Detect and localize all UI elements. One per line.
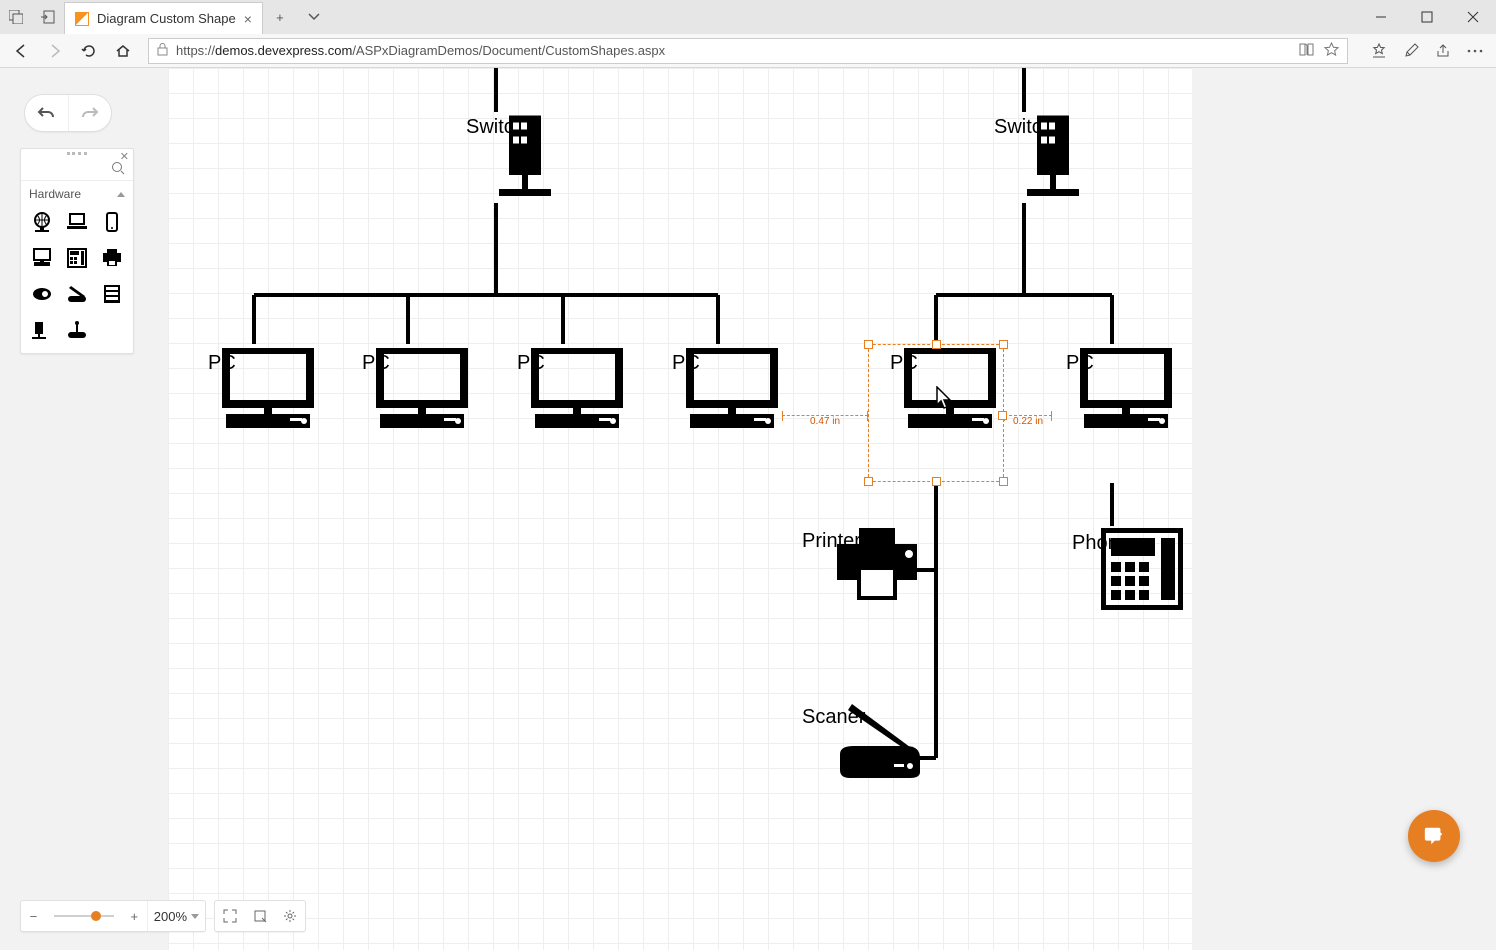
node-switch-2[interactable]: Switch [994,112,1053,139]
settings-more-icon[interactable] [1460,36,1490,66]
undo-redo-toolbar [24,94,112,132]
dimension-left: 0.47 in [782,415,868,427]
shape-group-label: Hardware [29,187,81,201]
shape-internet[interactable] [27,209,56,235]
zoom-toolbar: − + 200% [20,900,206,932]
dimension-handle [998,411,1007,420]
nav-back-button[interactable] [6,36,36,66]
tabs-dropdown-icon[interactable] [297,0,331,34]
share-icon[interactable] [1428,36,1458,66]
nav-forward-button[interactable] [40,36,70,66]
fullscreen-button[interactable] [215,901,245,931]
shape-server[interactable] [27,317,56,343]
favorites-list-icon[interactable] [1364,36,1394,66]
zoom-in-button[interactable]: + [122,901,147,931]
shape-server-rack[interactable] [98,281,127,307]
shape-printer[interactable] [98,245,127,271]
tab-close-icon[interactable]: × [244,12,252,26]
window-close-button[interactable] [1450,0,1496,34]
favorite-icon[interactable] [1324,42,1339,60]
auto-zoom-button[interactable] [245,901,275,931]
shape-group-header[interactable]: Hardware [21,181,133,205]
shape-projector[interactable] [27,281,56,307]
new-tab-button[interactable]: + [263,0,297,34]
window-minimize-button[interactable] [1358,0,1404,34]
node-pc-2[interactable]: PC [362,348,390,375]
node-phone[interactable]: Phone [1072,528,1130,555]
nav-home-button[interactable] [108,36,138,66]
tab-favicon-icon [75,12,89,26]
node-printer[interactable]: Printer [802,526,861,553]
set-aside-tabs-icon[interactable] [32,10,64,24]
shape-scanner[interactable] [62,281,91,307]
settings-button[interactable] [275,901,305,931]
diagram-canvas[interactable]: Switch Switch PC PC PC PC PC PC Printer … [168,68,1192,950]
shape-phone[interactable] [62,245,91,271]
node-pc-6[interactable]: PC [1066,348,1094,375]
zoom-out-button[interactable]: − [21,901,46,931]
shapes-panel: ✕ Hardware [20,148,134,354]
shape-router[interactable] [62,317,91,343]
url-text: https://demos.devexpress.com/ASPxDiagram… [176,43,1291,58]
address-bar[interactable]: https://demos.devexpress.com/ASPxDiagram… [148,38,1348,64]
zoom-slider[interactable] [46,915,122,917]
shape-laptop[interactable] [62,209,91,235]
shape-mobile[interactable] [98,209,127,235]
shapes-search-icon[interactable] [111,161,125,178]
node-scanner[interactable]: Scaner [802,702,865,729]
reading-view-icon[interactable] [1299,43,1314,59]
tab-title: Diagram Custom Shape [97,11,236,26]
node-pc-3[interactable]: PC [517,348,545,375]
shape-pc[interactable] [27,245,56,271]
panel-close-icon[interactable]: ✕ [120,150,129,163]
chevron-down-icon [191,914,199,919]
tab-actions-icon[interactable] [0,10,32,24]
zoom-value-dropdown[interactable]: 200% [147,901,205,931]
node-pc-5[interactable]: PC [890,348,918,375]
notes-icon[interactable] [1396,36,1426,66]
node-pc-1[interactable]: PC [208,348,236,375]
browser-tab[interactable]: Diagram Custom Shape × [64,2,263,34]
feedback-fab[interactable] [1408,810,1460,862]
panel-drag-handle[interactable] [21,149,133,157]
nav-refresh-button[interactable] [74,36,104,66]
undo-button[interactable] [25,95,69,131]
lock-icon [157,43,168,59]
dimension-right: 0.22 in [1004,415,1052,427]
node-pc-4[interactable]: PC [672,348,700,375]
node-switch-1[interactable]: Switch [466,112,525,139]
chevron-up-icon [117,192,125,197]
redo-button[interactable] [69,95,112,131]
window-maximize-button[interactable] [1404,0,1450,34]
